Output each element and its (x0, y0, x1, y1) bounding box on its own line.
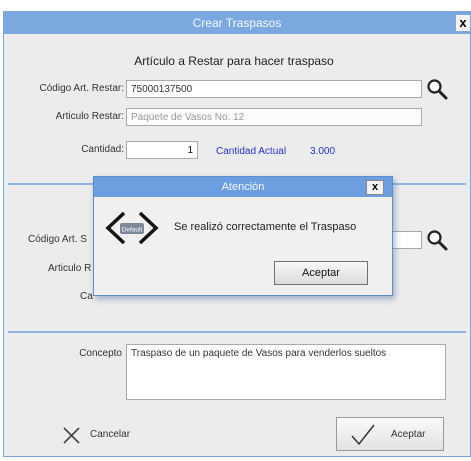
section-divider (8, 331, 466, 333)
cantidad-actual-value: 3.000 (310, 146, 336, 157)
restar-heading: Artículo a Restar para hacer traspaso (134, 54, 334, 68)
accept-button[interactable]: Aceptar (336, 417, 444, 451)
articulo-restar-label: Articulo Restar: (55, 111, 124, 122)
attention-dialog: Atención x Default Se realizó correctame… (93, 176, 393, 296)
codigo-restar-input[interactable]: 75000137500 (126, 80, 422, 98)
search-icon[interactable] (426, 78, 448, 100)
dialog-titlebar[interactable]: Atención (94, 177, 392, 197)
dialog-close-button[interactable]: x (366, 180, 384, 195)
dialog-title: Atención (221, 181, 265, 193)
dialog-message: Se realizó correctamente el Traspaso (174, 221, 357, 233)
codigo-restar-label: Código Art. Restar: (39, 83, 124, 94)
icon-default-text: Default (122, 227, 143, 234)
cancel-x-icon (63, 427, 80, 444)
articulo-restar-field: Paquete de Vasos No. 12 (126, 108, 422, 126)
search-icon[interactable] (426, 229, 448, 251)
cantidad-input[interactable]: 1 (126, 141, 198, 159)
window-title: Crear Traspasos (192, 16, 282, 30)
cantidad-actual-label: Cantidad Actual (216, 146, 287, 157)
dialog-ok-button[interactable]: Aceptar (274, 261, 368, 285)
cancel-button[interactable]: Cancelar (60, 424, 170, 446)
window-close-button[interactable]: x (456, 15, 470, 31)
concepto-textarea[interactable]: Traspaso de un paquete de Vasos para ven… (126, 344, 446, 400)
accept-label: Aceptar (391, 429, 426, 440)
window-titlebar[interactable]: Crear Traspasos (4, 12, 470, 34)
code-brackets-icon: Default (105, 211, 159, 245)
cancel-label: Cancelar (90, 429, 131, 440)
concepto-label: Concepto (79, 348, 122, 359)
checkmark-icon (351, 424, 375, 446)
cantidad-label: Cantidad: (81, 144, 124, 155)
